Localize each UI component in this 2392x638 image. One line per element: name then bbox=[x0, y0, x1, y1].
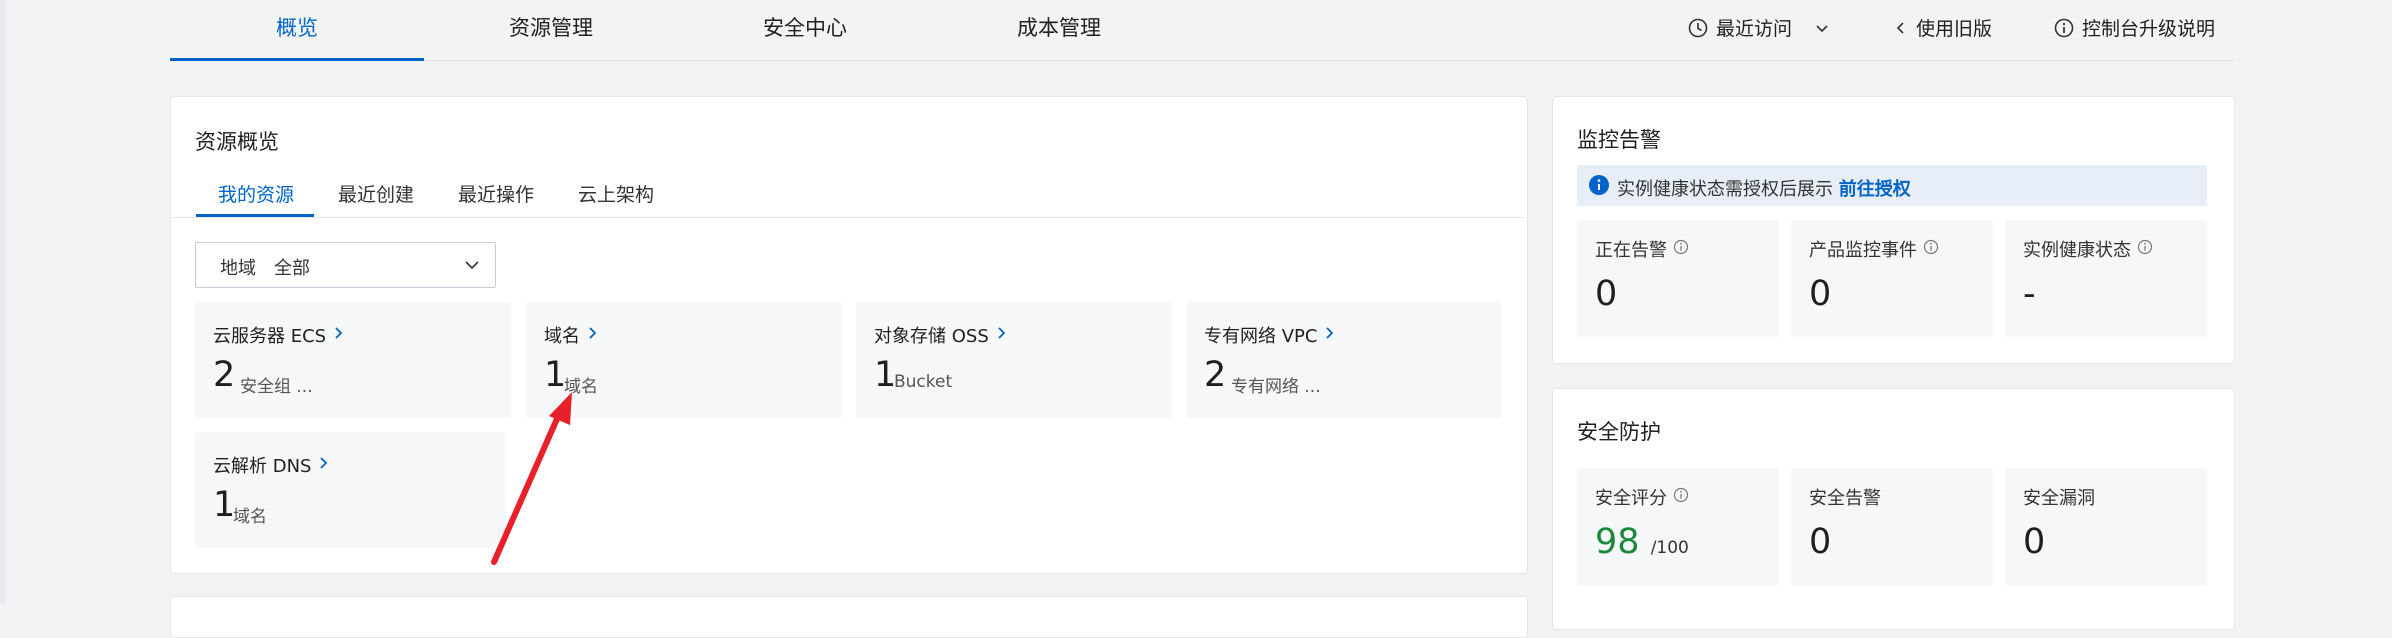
stat-value: 0 bbox=[2023, 522, 2046, 562]
tile-name: 对象存储 OSS bbox=[874, 322, 1007, 348]
region-label: 地域 bbox=[220, 258, 256, 279]
stat-security-score[interactable]: 安全评分 98 /100 bbox=[1577, 468, 1779, 586]
info-circle-icon bbox=[1673, 239, 1689, 260]
resource-tile-vpc[interactable]: 专有网络 VPC 2 专有网络 ... bbox=[1186, 302, 1502, 418]
use-old-version-link[interactable]: 使用旧版 bbox=[1894, 14, 1992, 41]
resource-tile-ecs[interactable]: 云服务器 ECS 2 安全组 ... bbox=[195, 302, 511, 418]
recent-visits-dropdown[interactable]: 最近访问 bbox=[1688, 14, 1830, 41]
tile-count: 1 bbox=[874, 355, 897, 395]
info-circle-icon bbox=[2137, 239, 2153, 260]
tile-count: 1 bbox=[544, 355, 567, 395]
tile-count: 2 bbox=[1204, 355, 1227, 395]
stat-value: - bbox=[2023, 274, 2036, 314]
stat-value: 0 bbox=[1809, 522, 1832, 562]
stat-active-alerts[interactable]: 正在告警 0 bbox=[1577, 220, 1779, 337]
resource-tile-domain[interactable]: 域名 1 域名 bbox=[526, 302, 842, 418]
monitor-alert-title: 监控告警 bbox=[1577, 128, 1661, 152]
resource-tile-dns[interactable]: 云解析 DNS 1 域名 bbox=[195, 432, 505, 548]
security-score-suffix: /100 bbox=[1650, 538, 1689, 558]
console-upgrade-info-label: 控制台升级说明 bbox=[2082, 18, 2216, 40]
chevron-right-icon bbox=[588, 325, 598, 346]
tile-count: 2 bbox=[213, 355, 236, 395]
info-filled-icon bbox=[1589, 175, 1609, 199]
tile-name: 域名 bbox=[544, 322, 598, 348]
use-old-version-label: 使用旧版 bbox=[1916, 18, 1993, 40]
tab-my-resources[interactable]: 我的资源 bbox=[218, 180, 294, 207]
tile-name: 云解析 DNS bbox=[213, 452, 329, 478]
stat-value: 0 bbox=[1595, 274, 1618, 314]
stat-label: 安全漏洞 bbox=[2023, 488, 2095, 509]
tab-security-center[interactable]: 安全中心 bbox=[678, 0, 932, 60]
tile-name: 专有网络 VPC bbox=[1204, 322, 1335, 348]
info-circle-icon bbox=[2054, 18, 2074, 38]
authorization-info-bar: 实例健康状态需授权后展示 前往授权 bbox=[1577, 165, 2207, 206]
resource-overview-title: 资源概览 bbox=[195, 130, 279, 154]
stat-label: 产品监控事件 bbox=[1809, 236, 1939, 262]
info-circle-icon bbox=[1673, 487, 1689, 508]
tile-name: 云服务器 ECS bbox=[213, 322, 344, 348]
tile-sub: 域名 bbox=[564, 377, 598, 397]
info-text: 实例健康状态需授权后展示 前往授权 bbox=[1617, 179, 1911, 200]
tab-cost-management[interactable]: 成本管理 bbox=[932, 0, 1186, 60]
region-select[interactable]: 地域 全部 bbox=[195, 242, 496, 288]
tab-resource-management[interactable]: 资源管理 bbox=[424, 0, 678, 60]
recent-visits-label: 最近访问 bbox=[1716, 18, 1793, 40]
tile-sub: 域名 bbox=[233, 507, 267, 527]
stat-product-monitor-events[interactable]: 产品监控事件 0 bbox=[1791, 220, 1993, 337]
authorize-link[interactable]: 前往授权 bbox=[1839, 179, 1911, 200]
tile-sub: 专有网络 ... bbox=[1231, 377, 1321, 397]
chevron-down-icon bbox=[463, 257, 481, 277]
chevron-right-icon bbox=[1325, 325, 1335, 346]
security-score-value: 98 bbox=[1595, 522, 1640, 562]
tile-count: 1 bbox=[213, 485, 236, 525]
chevron-right-icon bbox=[319, 455, 329, 476]
stat-label: 安全评分 bbox=[1595, 484, 1689, 510]
tile-sub: Bucket bbox=[894, 372, 953, 392]
stat-security-alerts[interactable]: 安全告警 0 bbox=[1791, 468, 1993, 586]
stat-security-vulnerabilities[interactable]: 安全漏洞 0 bbox=[2005, 468, 2207, 586]
stat-label: 正在告警 bbox=[1595, 236, 1689, 262]
chevron-right-icon bbox=[997, 325, 1007, 346]
clock-icon bbox=[1688, 18, 1708, 38]
chevron-left-icon bbox=[1894, 20, 1908, 36]
console-upgrade-info-link[interactable]: 控制台升级说明 bbox=[2054, 14, 2215, 41]
tab-cloud-architecture[interactable]: 云上架构 bbox=[578, 180, 654, 207]
tabs-divider bbox=[170, 217, 1526, 218]
security-protection-title: 安全防护 bbox=[1577, 420, 1661, 444]
chevron-right-icon bbox=[334, 325, 344, 346]
stat-label: 安全告警 bbox=[1809, 488, 1881, 509]
next-card bbox=[170, 596, 1528, 638]
stat-label: 实例健康状态 bbox=[2023, 236, 2153, 262]
region-value: 全部 bbox=[274, 258, 310, 279]
stat-value: 0 bbox=[1809, 274, 1832, 314]
left-edge bbox=[0, 0, 6, 604]
stat-instance-health[interactable]: 实例健康状态 - bbox=[2005, 220, 2207, 337]
tab-recently-created[interactable]: 最近创建 bbox=[338, 180, 414, 207]
stat-value: 98 /100 bbox=[1595, 522, 1689, 562]
tile-sub: 安全组 ... bbox=[240, 377, 313, 397]
chevron-down-icon bbox=[1814, 20, 1830, 36]
tab-overview[interactable]: 概览 bbox=[170, 0, 424, 61]
resource-tile-oss[interactable]: 对象存储 OSS 1 Bucket bbox=[856, 302, 1172, 418]
tab-recent-operations[interactable]: 最近操作 bbox=[458, 180, 534, 207]
info-circle-icon bbox=[1923, 239, 1939, 260]
